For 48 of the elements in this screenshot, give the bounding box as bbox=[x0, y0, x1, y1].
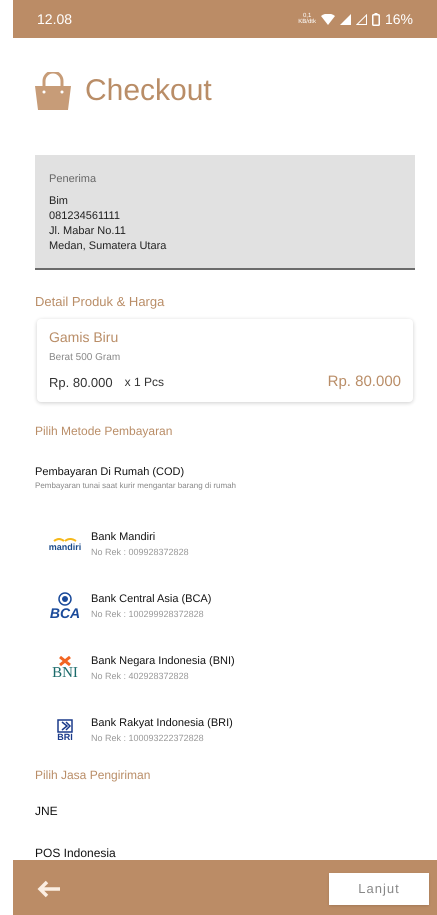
bri-logo: BRI bbox=[43, 718, 87, 742]
recipient-label: Penerima bbox=[49, 172, 98, 187]
bank-name: Bank Negara Indonesia (BNI) bbox=[91, 654, 235, 669]
recipient-detail: Jl. Mabar No.11 bbox=[49, 224, 127, 238]
emblem-icon bbox=[58, 592, 72, 606]
bank-name: Bank Rakyat Indonesia (BRI) bbox=[91, 716, 233, 731]
shipping-option[interactable]: POS Indonesia bbox=[35, 846, 415, 860]
battery-level: 16% bbox=[384, 10, 413, 28]
emblem-icon bbox=[57, 718, 73, 732]
section-title: Pilih Jasa Pengiriman bbox=[35, 767, 152, 784]
product-weight: Berat 500 Gram bbox=[49, 351, 122, 365]
battery-icon bbox=[372, 12, 380, 26]
section-title: Detail Produk & Harga bbox=[35, 292, 166, 311]
back-arrow-icon[interactable] bbox=[37, 880, 61, 898]
signal-icon bbox=[340, 14, 351, 24]
next-button[interactable]: Lanjut bbox=[329, 872, 429, 904]
signal-icon bbox=[356, 14, 367, 24]
account-number: No Rek : 402928372828 bbox=[91, 670, 190, 682]
section-title: Pilih Metode Pembayaran bbox=[35, 422, 174, 440]
bca-logo: BCA bbox=[43, 592, 87, 620]
recipient-detail: Medan, Sumatera Utara bbox=[49, 238, 168, 254]
clock: 12.08 bbox=[37, 10, 72, 28]
account-number: No Rek : 100299928372828 bbox=[91, 608, 205, 620]
product-name: Gamis Biru bbox=[49, 328, 120, 347]
payment-option[interactable]: mandiri Bank Mandiri No Rek : 009928372828 bbox=[43, 524, 407, 564]
account-number: No Rek : 009928372828 bbox=[91, 546, 189, 558]
unit-price: Rp. 80.000 bbox=[49, 374, 113, 392]
recipient-detail: Bim bbox=[49, 194, 69, 208]
payment-option[interactable]: Pembayaran Di Rumah (COD) Pembayaran tunai saat kurir mengantar barang di rumah bbox=[35, 464, 415, 492]
payment-name: Pembayaran Di Rumah (COD) bbox=[35, 464, 186, 480]
recipient-detail: 081234561111 bbox=[49, 208, 121, 224]
account-number: No Rek : 100093222372828 bbox=[91, 732, 205, 744]
quantity: x 1 Pcs bbox=[124, 374, 164, 392]
wifi-icon bbox=[320, 14, 335, 24]
bni-logo: BNI bbox=[43, 656, 87, 680]
shopping-bag-icon bbox=[35, 72, 71, 110]
payment-option[interactable]: BCA Bank Central Asia (BCA) No Rek : 100299928372828 bbox=[43, 586, 407, 626]
payment-option[interactable]: BRI Bank Rakyat Indonesia (BRI) No Rek : 100093222372828 bbox=[43, 710, 407, 750]
bank-name: Bank Central Asia (BCA) bbox=[91, 592, 212, 607]
wave-icon bbox=[53, 536, 77, 542]
mandiri-logo: mandiri bbox=[43, 536, 87, 552]
payment-option[interactable]: BNI Bank Negara Indonesia (BNI) No Rek : 402928372828 bbox=[43, 648, 407, 688]
payment-description: Pembayaran tunai saat kurir mengantar barang di rumah bbox=[35, 480, 237, 492]
total-price: Rp. 80.000 bbox=[328, 372, 401, 392]
emblem-icon bbox=[59, 656, 71, 666]
bank-name: Bank Mandiri bbox=[91, 530, 156, 545]
shipping-option[interactable]: JNE bbox=[35, 804, 415, 818]
page-title: Checkout bbox=[85, 73, 212, 109]
